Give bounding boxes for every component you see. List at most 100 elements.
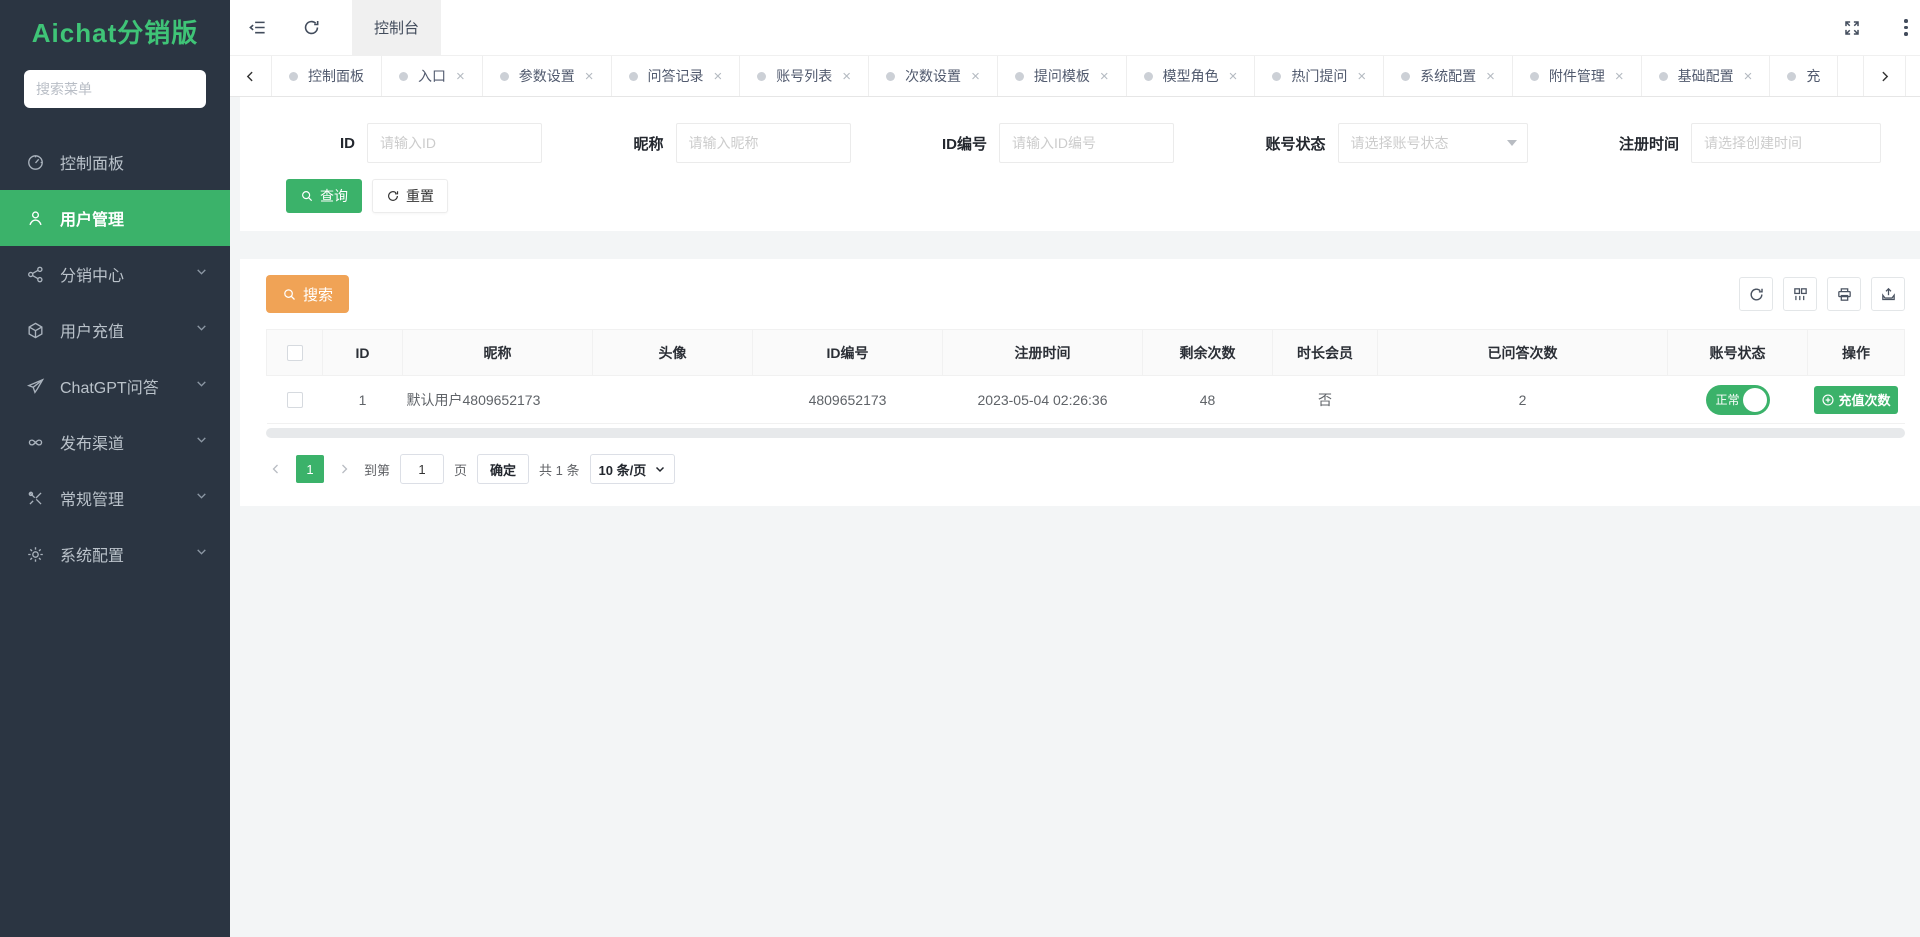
- chevron-down-icon: [195, 545, 208, 563]
- tabs-dropdown-icon[interactable]: [1905, 56, 1920, 96]
- select-all-checkbox[interactable]: [287, 345, 303, 361]
- chevron-down-icon: [195, 433, 208, 451]
- table-toolbar: 搜索: [266, 275, 1905, 313]
- prev-page-icon[interactable]: [266, 463, 286, 475]
- tab-close-icon[interactable]: ×: [842, 69, 851, 84]
- tab-close-icon[interactable]: ×: [1357, 69, 1366, 84]
- tab-question-template[interactable]: 提问模板 ×: [998, 56, 1127, 96]
- sidebar-item-user-management[interactable]: 用户管理: [0, 190, 230, 246]
- status-filter-label: 账号状态: [1265, 133, 1325, 154]
- reset-button[interactable]: 重置: [372, 179, 448, 213]
- tab-dot: [1787, 72, 1796, 81]
- status-filter-select[interactable]: 请选择账号状态: [1338, 123, 1528, 163]
- fullscreen-icon[interactable]: [1825, 0, 1879, 55]
- tab-close-icon[interactable]: ×: [1744, 69, 1753, 84]
- goto-confirm-button[interactable]: 确定: [477, 454, 529, 484]
- tab-model-roles[interactable]: 模型角色 ×: [1127, 56, 1256, 96]
- sidebar-item-chatgpt-qa[interactable]: ChatGPT问答: [0, 358, 230, 414]
- tab-account-list[interactable]: 账号列表 ×: [740, 56, 869, 96]
- tab-close-icon[interactable]: ×: [1100, 69, 1109, 84]
- goto-page-input[interactable]: [400, 454, 444, 484]
- tab-dot: [1272, 72, 1281, 81]
- id-filter-input[interactable]: [367, 123, 542, 163]
- collapse-menu-icon[interactable]: [230, 0, 284, 55]
- sidebar-item-label: 用户管理: [60, 206, 124, 230]
- tab-dot: [289, 72, 298, 81]
- tab-bar: 控制面板 入口 × 参数设置 × 问答记录 ×: [230, 55, 1920, 97]
- tab-close-icon[interactable]: ×: [1229, 69, 1238, 84]
- tab-dot: [1015, 72, 1024, 81]
- col-avatar: 头像: [593, 330, 753, 376]
- tab-parameter-settings[interactable]: 参数设置 ×: [483, 56, 612, 96]
- tab-close-icon[interactable]: ×: [456, 69, 465, 84]
- sidebar-item-system-config[interactable]: 系统配置: [0, 526, 230, 582]
- tab-dot: [500, 72, 509, 81]
- tab-dot: [1530, 72, 1539, 81]
- more-menu-icon[interactable]: [1879, 0, 1920, 55]
- page-size-select[interactable]: 10 条/页: [590, 454, 676, 484]
- col-answered: 已问答次数: [1378, 330, 1668, 376]
- table-columns-icon[interactable]: [1783, 277, 1817, 311]
- nickname-filter-input[interactable]: [676, 123, 851, 163]
- toggle-knob: [1743, 388, 1767, 412]
- tab-entry[interactable]: 入口 ×: [382, 56, 483, 96]
- search-icon: [282, 287, 297, 302]
- tab-close-icon[interactable]: ×: [714, 69, 723, 84]
- sidebar: Aichat分销版 控制面板 用户管理 分销中心: [0, 0, 230, 937]
- tabs-scroll-right-icon[interactable]: [1863, 56, 1905, 96]
- row-checkbox[interactable]: [287, 392, 303, 408]
- horizontal-scrollbar[interactable]: [266, 428, 1905, 438]
- tabs-scroll-left-icon[interactable]: [230, 56, 272, 96]
- filter-form: ID 昵称 ID编号 账号状态 请选择账号状态: [240, 97, 1920, 231]
- query-button[interactable]: 查询: [286, 179, 362, 213]
- table-search-button[interactable]: 搜索: [266, 275, 349, 313]
- status-toggle[interactable]: 正常: [1706, 385, 1770, 415]
- col-remaining: 剩余次数: [1143, 330, 1273, 376]
- tab-system-config[interactable]: 系统配置 ×: [1384, 56, 1513, 96]
- gear-icon: [24, 543, 46, 565]
- recharge-button[interactable]: 充值次数: [1814, 386, 1897, 414]
- table-header-row: ID 昵称 头像 ID编号 注册时间 剩余次数 时长会员 已问答次数 账号状态 …: [267, 330, 1905, 376]
- table-refresh-icon[interactable]: [1739, 277, 1773, 311]
- sidebar-item-dashboard[interactable]: 控制面板: [0, 134, 230, 190]
- chevron-down-icon: [195, 377, 208, 395]
- tab-close-icon[interactable]: ×: [1486, 69, 1495, 84]
- table-export-icon[interactable]: [1871, 277, 1905, 311]
- sidebar-item-publish-channel[interactable]: 发布渠道: [0, 414, 230, 470]
- tab-close-icon[interactable]: ×: [971, 69, 980, 84]
- table-print-icon[interactable]: [1827, 277, 1861, 311]
- tab-dot: [1401, 72, 1410, 81]
- tab-recharge-truncated[interactable]: 充: [1770, 56, 1838, 96]
- page-content: ID 昵称 ID编号 账号状态 请选择账号状态: [230, 97, 1920, 937]
- sidebar-item-label: 发布渠道: [60, 430, 124, 454]
- share-icon: [24, 263, 46, 285]
- col-nickname: 昵称: [403, 330, 593, 376]
- sidebar-item-recharge[interactable]: 用户充值: [0, 302, 230, 358]
- regtime-filter-label: 注册时间: [1619, 133, 1679, 154]
- col-id: ID: [323, 330, 403, 376]
- idno-filter-input[interactable]: [999, 123, 1174, 163]
- cell-nickname: 默认用户4809652173: [403, 376, 593, 424]
- next-page-icon[interactable]: [334, 463, 354, 475]
- tab-close-icon[interactable]: ×: [1615, 69, 1624, 84]
- tab-basic-config[interactable]: 基础配置 ×: [1642, 56, 1771, 96]
- refresh-page-icon[interactable]: [284, 0, 338, 55]
- sidebar-item-label: 分销中心: [60, 262, 124, 286]
- page-number-button[interactable]: 1: [296, 455, 324, 483]
- menu-search-input[interactable]: [24, 70, 206, 108]
- tab-hot-questions[interactable]: 热门提问 ×: [1255, 56, 1384, 96]
- tab-close-icon[interactable]: ×: [585, 69, 594, 84]
- tab-qa-records[interactable]: 问答记录 ×: [612, 56, 741, 96]
- total-count-label: 共 1 条: [539, 460, 579, 479]
- sidebar-item-distribution[interactable]: 分销中心: [0, 246, 230, 302]
- search-icon: [300, 189, 314, 203]
- tab-dashboard[interactable]: 控制面板: [272, 56, 382, 96]
- console-tab[interactable]: 控制台: [352, 0, 441, 55]
- sidebar-item-label: 常规管理: [60, 486, 124, 510]
- sidebar-item-label: 控制面板: [60, 150, 124, 174]
- tab-count-settings[interactable]: 次数设置 ×: [869, 56, 998, 96]
- regtime-filter-input[interactable]: [1691, 123, 1881, 163]
- tab-attachment-management[interactable]: 附件管理 ×: [1513, 56, 1642, 96]
- sidebar-item-general-management[interactable]: 常规管理: [0, 470, 230, 526]
- tab-dot: [629, 72, 638, 81]
